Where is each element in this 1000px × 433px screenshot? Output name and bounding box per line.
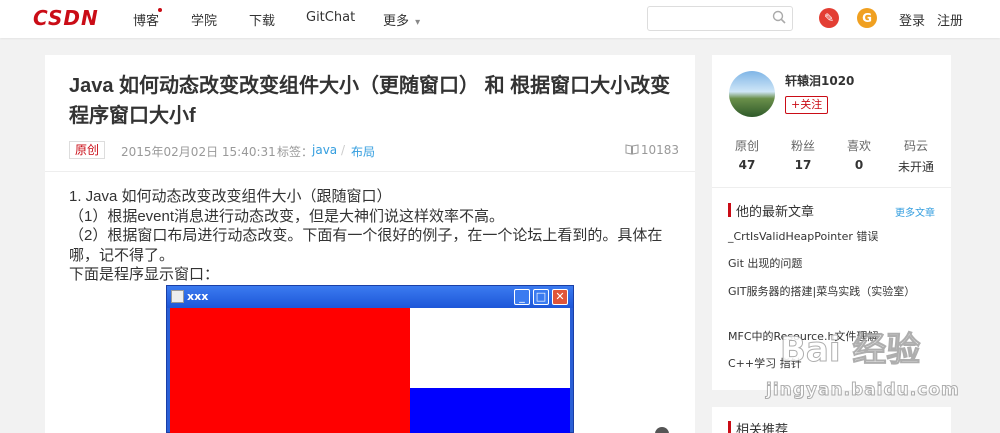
stat-label-original: 原创	[734, 139, 759, 153]
tag-java[interactable]: java	[312, 143, 337, 157]
article-meta: 原创 2015年02月02日 15:40:31 标签： java / 布局 10…	[69, 141, 679, 159]
close-icon: ✕	[552, 289, 568, 305]
nav-item-download[interactable]: 下载	[249, 10, 275, 29]
section-accent-bar	[728, 421, 731, 433]
minimize-icon: _	[514, 289, 530, 305]
stat-label-gitee: 码云	[903, 139, 928, 153]
article-card: Java 如何动态改变改变组件大小（更随窗口） 和 根据窗口大小改变程序窗口大小…	[45, 55, 695, 433]
nav-item-more-label: 更多	[383, 14, 410, 29]
write-blog-icon[interactable]: ✎	[819, 8, 839, 28]
gitchat-glyph-icon: G	[862, 11, 872, 25]
nav-item-gitchat[interactable]: GitChat	[306, 10, 355, 25]
csdn-logo[interactable]: CSDN	[33, 6, 99, 30]
tag-layout[interactable]: 布局	[351, 143, 375, 160]
nav-item-blog[interactable]: 博客	[133, 10, 159, 29]
search-icon[interactable]	[772, 10, 786, 24]
recent-article-link[interactable]: _CrtIsValidHeapPointer 错误	[728, 228, 913, 246]
register-link[interactable]: 注册	[937, 10, 963, 29]
recent-articles-title: 他的最新文章	[736, 205, 815, 220]
author-card: 轩辕泪1020 +关注 原创 粉丝 喜欢 码云 47 17 0 未开通 他的最新…	[712, 55, 951, 390]
nav-item-more[interactable]: 更多 ▾	[383, 10, 420, 29]
red-panel	[170, 308, 410, 433]
search-input[interactable]	[652, 9, 770, 28]
paragraph: 下面是程序显示窗口：	[69, 266, 220, 283]
meta-divider	[45, 171, 695, 172]
avatar[interactable]	[729, 71, 775, 117]
gitchat-icon[interactable]: G	[857, 8, 877, 28]
stat-value-gitee: 未开通	[897, 160, 934, 174]
maximize-icon: □	[533, 289, 549, 305]
window-title: xxx	[187, 290, 209, 303]
recent-article-link[interactable]: C++学习 指针	[728, 355, 913, 373]
stat-label-fans: 粉丝	[790, 139, 815, 153]
view-count: 10183	[640, 143, 679, 157]
chevron-down-icon: ▾	[415, 17, 421, 28]
original-badge: 原创	[69, 141, 106, 159]
recent-article-link[interactable]: Git 出现的问题	[728, 255, 913, 273]
program-window-screenshot: xxx _ □ ✕	[166, 285, 574, 433]
recent-article-link[interactable]: MFC中的Resource.h文件理解	[728, 328, 913, 346]
stat-value-fans: 17	[794, 158, 812, 172]
recent-article-link[interactable]: GIT服务器的搭建|菜鸟实践（实验室）	[728, 283, 915, 301]
blue-panel	[410, 388, 570, 433]
paragraph: （2）根据窗口布局进行动态改变。下面有一个很好的例子，在一个论坛上看到的。具体在…	[69, 227, 663, 264]
article-title: Java 如何动态改变改变组件大小（更随窗口） 和 根据窗口大小改变程序窗口大小…	[69, 75, 671, 127]
nav-item-academy[interactable]: 学院	[191, 10, 217, 29]
tags-label: 标签：	[277, 145, 314, 159]
window-titlebar: xxx _ □ ✕	[167, 286, 573, 308]
stat-value-original: 47	[738, 158, 756, 172]
paragraph: （1）根据event消息进行动态改变，但是大神们说这样效率不高。	[69, 207, 505, 225]
related-title: 相关推荐	[736, 423, 789, 433]
follow-button[interactable]: +关注	[785, 96, 829, 114]
stat-value-likes: 0	[854, 158, 864, 172]
sidebar-divider	[712, 187, 951, 188]
search-box[interactable]	[647, 6, 793, 31]
login-link[interactable]: 登录	[899, 10, 925, 29]
article-body: 1. Java 如何动态改变改变组件大小（跟随窗口） （1）根据event消息进…	[69, 187, 669, 285]
book-icon	[625, 144, 639, 155]
notification-dot	[158, 8, 162, 12]
top-navbar: CSDN 博客 学院 下载 GitChat 更多 ▾ ✎ G 登录 注册	[0, 0, 1000, 38]
java-app-icon	[171, 290, 184, 303]
more-articles-link[interactable]: 更多文章	[895, 204, 935, 219]
stat-label-likes: 喜欢	[846, 139, 871, 153]
pencil-icon: ✎	[823, 11, 835, 25]
paragraph: 1. Java 如何动态改变改变组件大小（跟随窗口）	[69, 188, 392, 205]
window-content	[170, 308, 570, 433]
white-panel	[410, 308, 570, 388]
publish-date: 2015年02月02日 15:40:31	[121, 145, 276, 159]
section-accent-bar	[728, 203, 731, 217]
author-name[interactable]: 轩辕泪1020	[785, 72, 854, 89]
scroll-handle[interactable]	[655, 427, 669, 433]
related-card: 相关推荐	[712, 407, 951, 433]
tag-separator: /	[341, 143, 346, 157]
